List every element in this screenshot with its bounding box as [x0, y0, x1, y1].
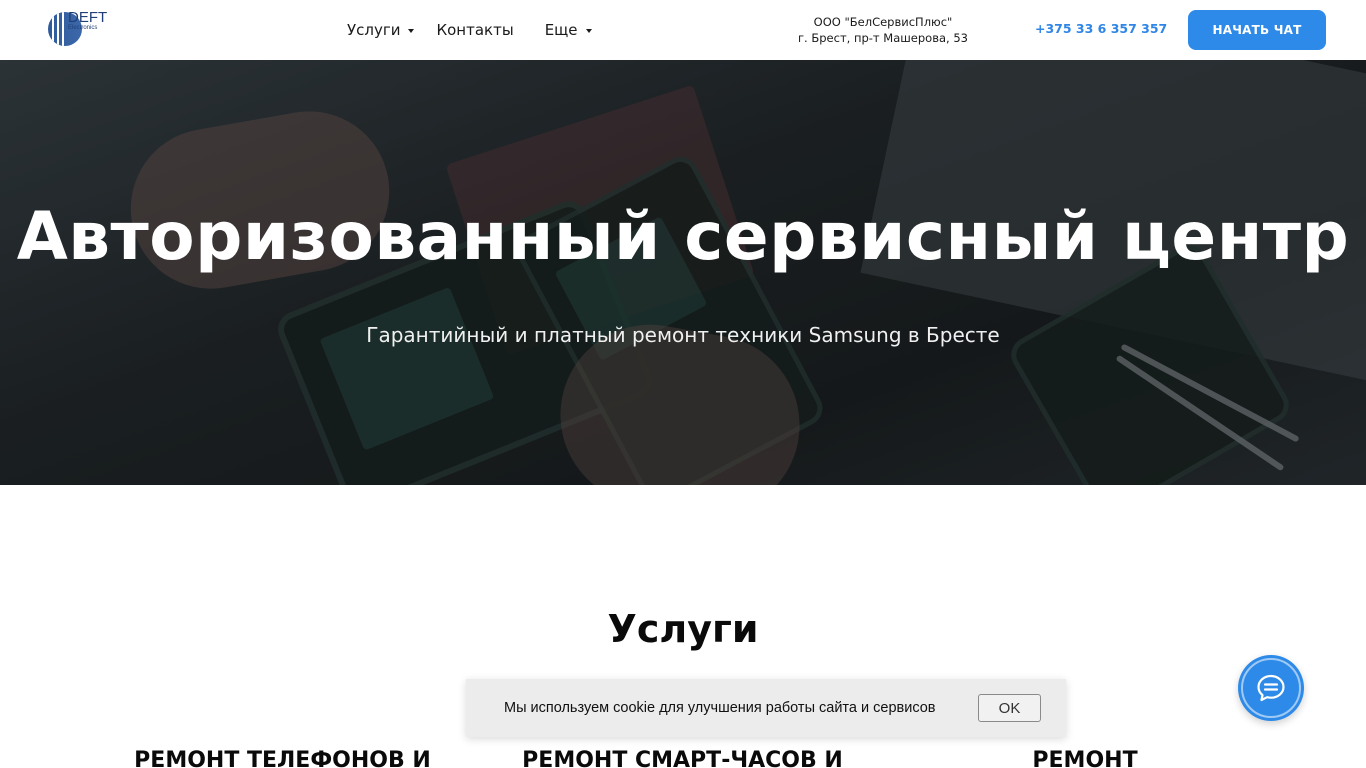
hero-banner: Авторизованный сервисный центр Гарантийн… [0, 60, 1366, 485]
nav-item-label: Контакты [436, 21, 514, 39]
hero-title: Авторизованный сервисный центр [16, 198, 1350, 275]
site-header: DEFT Electronics Услуги Контакты Еще ООО… [0, 0, 1366, 60]
nav-item-contacts[interactable]: Контакты [436, 21, 513, 39]
nav-item-services[interactable]: Услуги [347, 21, 415, 39]
nav-item-more[interactable]: Еще [545, 21, 592, 39]
cookie-ok-button[interactable]: OK [978, 694, 1041, 722]
services-title: Услуги [607, 607, 759, 651]
hero-subtitle: Гарантийный и платный ремонт техники Sam… [366, 323, 1000, 347]
service-card-title[interactable]: РЕМОНТ СМАРТ-ЧАСОВ И [510, 746, 855, 768]
main-nav: Услуги Контакты Еще [347, 20, 592, 40]
phone-link[interactable]: +375 33 6 357 357 [1035, 21, 1167, 36]
chat-widget-button[interactable] [1238, 655, 1304, 721]
service-card-title[interactable]: РЕМОНТ ТЕЛЕФОНОВ И [110, 746, 455, 768]
cookie-banner: Мы используем cookie для улучшения работ… [466, 679, 1066, 737]
cookie-text: Мы используем cookie для улучшения работ… [504, 700, 936, 716]
start-chat-button[interactable]: НАЧАТЬ ЧАТ [1188, 10, 1326, 50]
service-card-title[interactable]: РЕМОНТ [990, 746, 1180, 768]
nav-item-label: Еще [544, 21, 578, 39]
caret-down-icon [585, 28, 592, 33]
deft-logo[interactable]: DEFT Electronics [48, 10, 114, 46]
chat-bubble-icon [1257, 674, 1285, 702]
logo-subtext: Electronics [68, 25, 98, 31]
logo-text: DEFT [68, 9, 108, 26]
company-address: г. Брест, пр-т Машерова, 53 [798, 31, 968, 45]
nav-item-label: Услуги [347, 21, 401, 39]
company-name: ООО "БелСервисПлюс" [813, 15, 953, 29]
company-info: ООО "БелСервисПлюс" г. Брест, пр-т Машер… [790, 14, 976, 46]
caret-down-icon [408, 28, 415, 33]
